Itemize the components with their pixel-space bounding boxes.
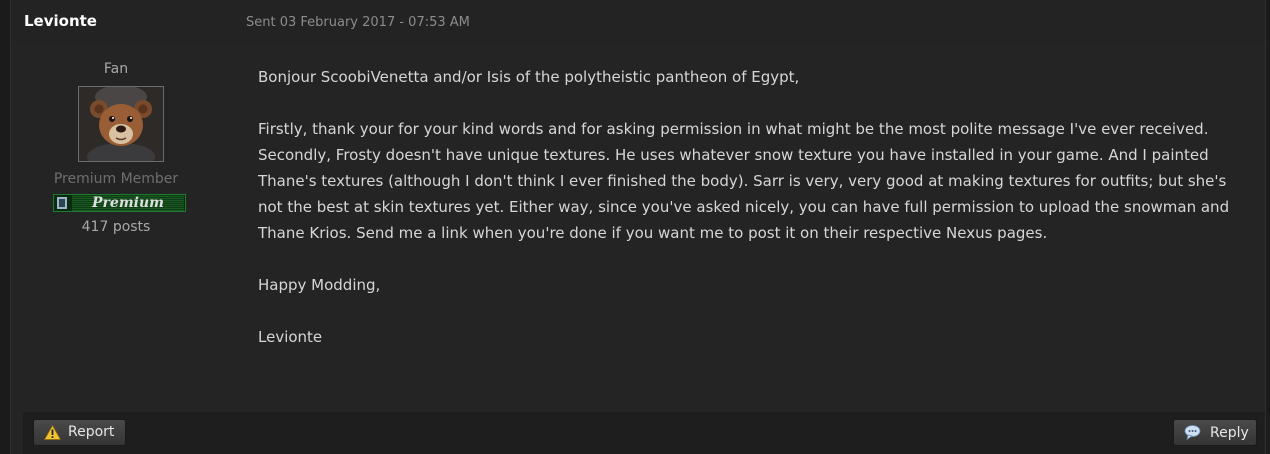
message-header: Levionte Sent 03 February 2017 - 07:53 A… — [11, 0, 1265, 44]
paragraph-text: Secondly, Frosty doesn't have unique tex… — [258, 146, 1230, 242]
reply-button[interactable]: Reply — [1173, 419, 1257, 446]
member-group: Premium Member — [53, 171, 179, 187]
premium-badge-label: Premium — [72, 195, 184, 211]
signature-text: Levionte — [258, 328, 323, 346]
rank-title: Fan — [103, 61, 129, 77]
signoff-text: Happy Modding, — [258, 276, 381, 294]
speech-bubble-icon — [1184, 425, 1201, 440]
teddy-bear-avatar-icon — [79, 87, 163, 161]
premium-badge: Premium — [53, 194, 186, 212]
sent-timestamp: Sent 03 February 2017 - 07:53 AM — [246, 15, 470, 30]
report-label: Report — [68, 424, 115, 440]
message-body: Bonjour ScoobiVenetta and/or Isis of the… — [258, 64, 1248, 350]
message-post: Levionte Sent 03 February 2017 - 07:53 A… — [10, 0, 1266, 454]
greeting-text: Bonjour ScoobiVenetta and/or Isis of the… — [258, 68, 800, 86]
post-count: 417 posts — [81, 219, 151, 235]
author-name[interactable]: Levionte — [24, 12, 97, 30]
report-button[interactable]: Report — [33, 419, 126, 446]
shield-icon — [57, 197, 67, 209]
avatar[interactable] — [78, 86, 164, 162]
reply-label: Reply — [1210, 425, 1249, 441]
paragraph-text: Firstly, thank your for your kind words … — [258, 120, 1209, 138]
warning-icon — [44, 425, 61, 440]
message-footer: Report Reply — [23, 412, 1265, 454]
